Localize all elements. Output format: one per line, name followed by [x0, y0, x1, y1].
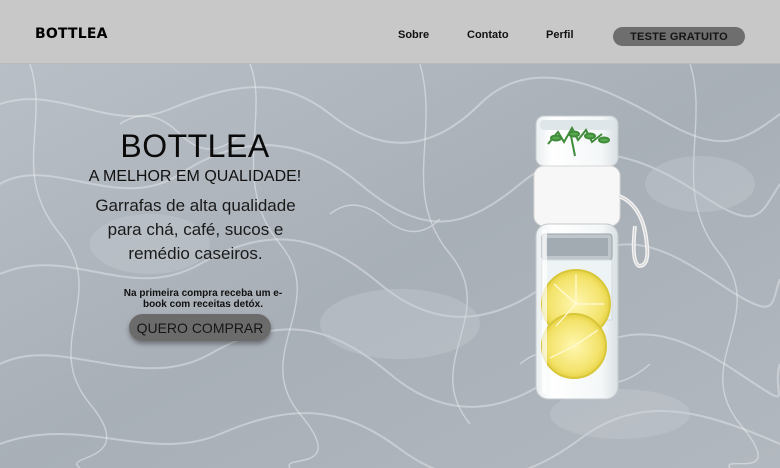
- hero-description: Garrafas de alta qualidade para chá, caf…: [95, 196, 296, 263]
- top-navbar: BOTTLEA Sobre Contato Perfil TESTE GRATU…: [0, 0, 780, 64]
- brand-logo[interactable]: BOTTLEA: [35, 26, 108, 42]
- water-background: [0, 64, 780, 468]
- nav-link-sobre[interactable]: Sobre: [398, 29, 429, 41]
- hero-title: BOTTLEA: [120, 128, 270, 164]
- buy-now-button[interactable]: QUERO COMPRAR: [129, 314, 271, 341]
- hero-subtitle: A MELHOR EM QUALIDADE!: [88, 168, 302, 185]
- free-trial-button[interactable]: TESTE GRATUITO: [613, 27, 745, 46]
- nav-link-contato[interactable]: Contato: [467, 29, 509, 41]
- hero-section: BOTTLEA A MELHOR EM QUALIDADE! Garrafas …: [0, 64, 780, 468]
- bottle-product-image: [533, 115, 650, 400]
- nav-link-perfil[interactable]: Perfil: [546, 29, 574, 41]
- promo-text: Na primeira compra receba um e-book com …: [123, 288, 283, 310]
